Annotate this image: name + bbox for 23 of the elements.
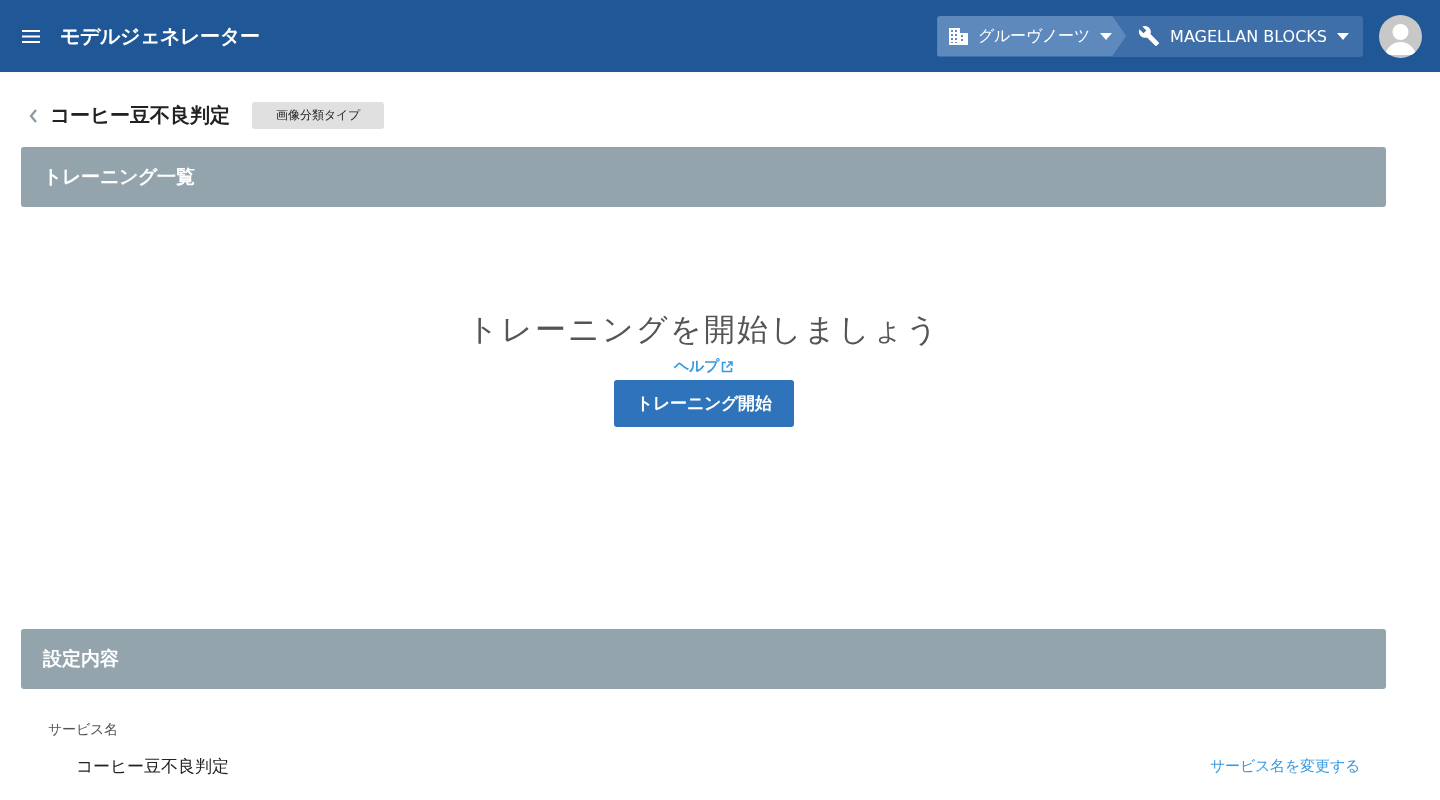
type-tag: 画像分類タイプ	[252, 102, 384, 129]
user-avatar[interactable]	[1379, 14, 1422, 58]
field-value: コーヒー豆不良判定	[76, 755, 229, 778]
breadcrumb-dropdown[interactable]: グルーヴノーツ	[937, 15, 1127, 57]
wrench-icon	[1138, 25, 1161, 47]
building-icon	[949, 27, 969, 45]
section-header: 設定内容	[21, 629, 1386, 689]
breadcrumb-dropdown[interactable]: MAGELLAN BLOCKS	[1112, 15, 1363, 57]
caret-down-icon	[1100, 32, 1113, 40]
start-training-button[interactable]: トレーニング開始	[613, 380, 794, 427]
menu-button[interactable]	[22, 29, 40, 43]
page-title: コーヒー豆不良判定	[50, 102, 230, 129]
caret-down-icon	[1337, 32, 1349, 40]
menu-icon	[22, 29, 40, 43]
back-button[interactable]	[28, 107, 38, 124]
external-link-icon	[721, 360, 733, 373]
empty-state-message: トレーニングを開始しましょう	[467, 310, 940, 349]
section-header: トレーニング一覧	[21, 147, 1386, 207]
rename-link[interactable]: サービス名を変更する	[1210, 757, 1360, 776]
app-title: モデルジェネレーター	[60, 22, 261, 50]
chevron-left-icon	[28, 107, 38, 124]
help-link[interactable]: ヘルプ	[674, 357, 733, 376]
field-label: サービス名	[48, 721, 119, 739]
